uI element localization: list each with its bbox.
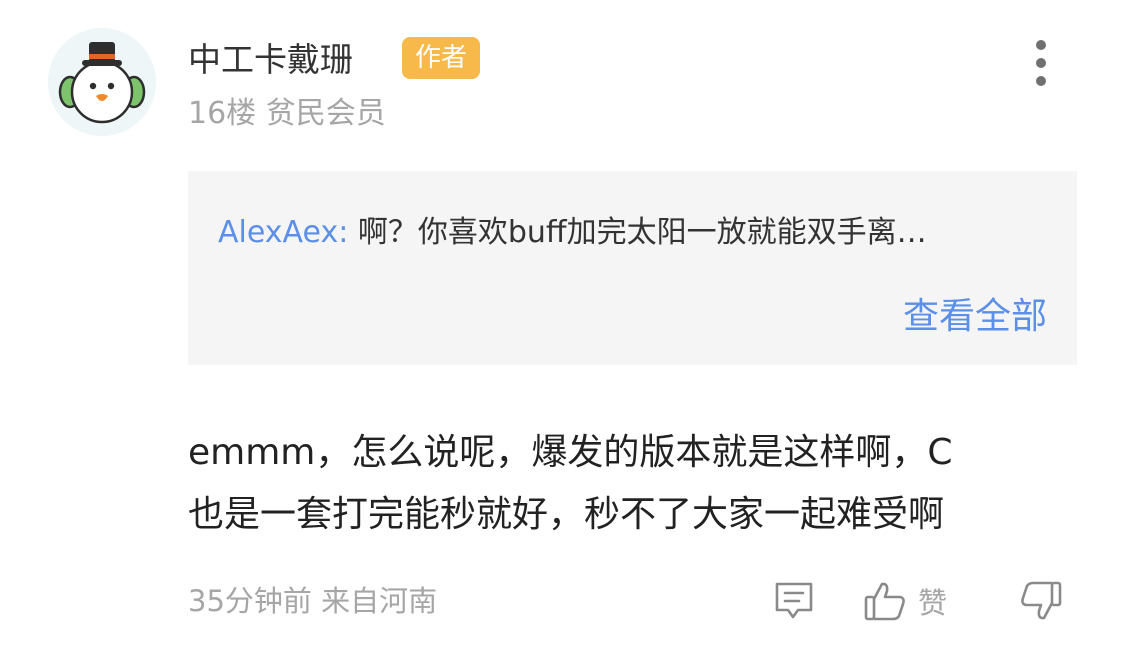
reply-button[interactable]	[772, 576, 816, 626]
dislike-button[interactable]	[1018, 576, 1064, 626]
floor-number: 16楼	[188, 96, 257, 131]
snowman-icon	[48, 28, 156, 136]
author-badge: 作者	[402, 37, 481, 79]
thumbs-down-icon	[1021, 581, 1062, 620]
view-all-link[interactable]: 查看全部	[903, 293, 1047, 341]
quote-line: AlexAex: 啊？你喜欢buff加完太阳一放就能双手离…	[218, 211, 927, 255]
comment-icon	[775, 582, 813, 619]
post-meta: 16楼 贫民会员	[188, 92, 386, 136]
quote-author[interactable]: AlexAex:	[218, 215, 348, 250]
comment-line: emmm，怎么说呢，爆发的版本就是这样啊，C	[188, 432, 953, 473]
thumbs-up-icon	[864, 582, 905, 621]
comment-line: 也是一套打完能秒就好，秒不了大家一起难受啊	[188, 494, 945, 535]
time-location: 35分钟前 来自河南	[188, 584, 438, 618]
member-level: 贫民会员	[265, 96, 386, 131]
like-label: 赞	[918, 586, 948, 620]
comment-body: emmm，怎么说呢，爆发的版本就是这样啊，C 也是一套打完能秒就好，秒不了大家一…	[188, 422, 1068, 546]
more-vertical-icon	[1036, 40, 1046, 50]
like-button[interactable]: 赞	[862, 576, 947, 626]
username[interactable]: 中工卡戴珊	[188, 36, 353, 84]
quote-text: 啊？你喜欢buff加完太阳一放就能双手离…	[357, 215, 927, 250]
quoted-reply[interactable]: AlexAex: 啊？你喜欢buff加完太阳一放就能双手离… 查看全部	[188, 171, 1077, 365]
more-options-button[interactable]	[1022, 40, 1060, 86]
avatar[interactable]	[48, 28, 156, 136]
